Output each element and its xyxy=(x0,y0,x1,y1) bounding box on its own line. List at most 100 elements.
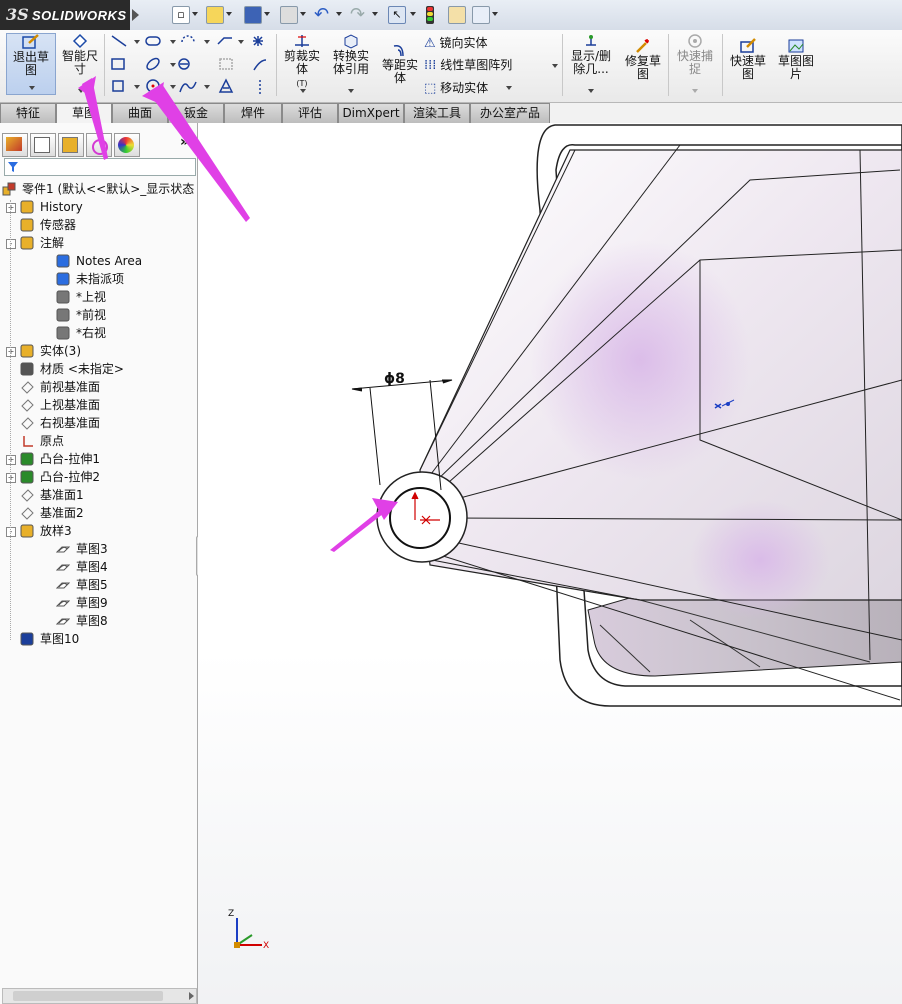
tree-item-label: 草图8 xyxy=(76,614,108,628)
ribbon-separator xyxy=(562,34,563,96)
tree-connectors xyxy=(10,200,12,640)
graphics-area[interactable]: ϕ8 Z X ⌂ xyxy=(198,123,902,1004)
open-icon[interactable] xyxy=(206,6,224,24)
chevron-down-icon[interactable] xyxy=(226,12,232,16)
feature-manager-tab-icon[interactable] xyxy=(2,133,28,157)
tree-item[interactable]: *右视 xyxy=(0,324,195,342)
chevron-down-icon[interactable] xyxy=(506,86,512,90)
scroll-thumb[interactable] xyxy=(13,991,163,1001)
text-icon xyxy=(218,78,234,93)
tab-office-products[interactable]: 办公室产品 xyxy=(470,103,550,123)
sketch-picture-button[interactable]: 草图图片 xyxy=(774,38,818,94)
tree-item[interactable]: 草图10 xyxy=(0,630,195,648)
relations-icon xyxy=(586,35,596,46)
chevron-down-icon xyxy=(348,89,354,93)
tree-item[interactable]: *前视 xyxy=(0,306,195,324)
chevron-down-icon[interactable] xyxy=(264,12,270,16)
tree-item-label: 右视基准面 xyxy=(40,416,101,430)
options-icon[interactable] xyxy=(448,6,466,24)
solidworks-logo[interactable]: 3S SOLIDWORKS xyxy=(0,0,130,30)
dimxpert-manager-tab-icon[interactable] xyxy=(86,133,112,157)
tree-filter-field[interactable] xyxy=(4,158,196,176)
sketch-picture-icon xyxy=(788,39,804,53)
configuration-manager-tab-icon[interactable] xyxy=(58,133,84,157)
customize-icon[interactable] xyxy=(472,6,490,24)
horizontal-scrollbar[interactable] xyxy=(2,988,197,1004)
scroll-right-icon[interactable] xyxy=(189,992,194,1000)
chevron-down-icon[interactable] xyxy=(552,64,558,68)
chevron-down-icon[interactable] xyxy=(336,12,342,16)
print-icon[interactable] xyxy=(280,6,298,24)
quick-snaps-button[interactable]: 快速捕捉 xyxy=(672,33,718,95)
undo-icon[interactable]: ↶ xyxy=(314,4,329,25)
exit-sketch-button[interactable]: 退出草图 xyxy=(6,33,56,95)
tree-item[interactable]: - 注解 xyxy=(0,234,195,252)
rapid-sketch-button[interactable]: 快速草图 xyxy=(726,38,770,94)
tree-item[interactable]: 传感器 xyxy=(0,216,195,234)
select-icon[interactable]: ↖ xyxy=(388,6,406,24)
tab-evaluate[interactable]: 评估 xyxy=(282,103,338,123)
chevron-down-icon[interactable] xyxy=(492,12,498,16)
redo-icon[interactable]: ↷ xyxy=(350,4,365,25)
plane-icon xyxy=(20,416,34,430)
tree-item[interactable]: + History xyxy=(0,198,195,216)
view-orientation-icon[interactable]: ⌂ xyxy=(892,123,898,124)
property-manager-tab-icon[interactable] xyxy=(30,133,56,157)
tab-sheet-metal[interactable]: 钣金 xyxy=(168,103,224,123)
offset-entities-button[interactable]: 等距实体 xyxy=(378,42,422,94)
chevron-down-icon[interactable] xyxy=(300,12,306,16)
tree-item[interactable]: 草图4 xyxy=(0,558,195,576)
sketch-icon xyxy=(55,578,71,592)
tree-item[interactable]: 材质 <未指定> xyxy=(0,360,195,378)
repair-sketch-icon xyxy=(636,39,649,53)
tab-sketch[interactable]: 草图 xyxy=(56,103,112,123)
tree-item[interactable]: - 放样3 xyxy=(0,522,195,540)
smart-dimension-button[interactable]: 智能尺寸 xyxy=(58,33,102,93)
tree-item[interactable]: 基准面1 xyxy=(0,486,195,504)
rebuild-icon[interactable] xyxy=(426,6,434,24)
tab-surfaces[interactable]: 曲面 xyxy=(112,103,168,123)
panel-expand-icon[interactable]: » xyxy=(180,134,189,150)
save-icon[interactable] xyxy=(244,6,262,24)
tab-dimxpert[interactable]: DimXpert xyxy=(338,103,404,123)
filter-icon xyxy=(8,162,18,172)
tree-item[interactable]: + 实体(3) xyxy=(0,342,195,360)
tree-item[interactable]: 前视基准面 xyxy=(0,378,195,396)
tree-item[interactable]: 草图3 xyxy=(0,540,195,558)
display-manager-tab-icon[interactable] xyxy=(114,133,140,157)
tree-item[interactable]: 草图8 xyxy=(0,612,195,630)
solid-bodies-icon xyxy=(20,344,34,358)
convert-entities-button[interactable]: 转换实体引用 xyxy=(328,33,374,95)
move-entities-button[interactable]: ⬚ 移动实体 xyxy=(424,79,488,97)
tree-item[interactable]: *上视 xyxy=(0,288,195,306)
history-icon xyxy=(20,200,34,214)
linear-pattern-button[interactable]: ⁞⁞⁞ 线性草图阵列 xyxy=(424,56,512,74)
menu-arrow-icon[interactable] xyxy=(132,9,139,21)
chevron-down-icon[interactable] xyxy=(192,12,198,16)
tree-item[interactable]: + 凸台-拉伸2 xyxy=(0,468,195,486)
chevron-down-icon[interactable] xyxy=(372,12,378,16)
tree-item[interactable]: Notes Area xyxy=(0,252,195,270)
new-icon[interactable]: ▫ xyxy=(172,6,190,24)
repair-sketch-button[interactable]: 修复草图 xyxy=(620,38,666,94)
tree-item[interactable]: 上视基准面 xyxy=(0,396,195,414)
origin-icon xyxy=(20,434,34,448)
tree-item[interactable]: 未指派项 xyxy=(0,270,195,288)
tree-item-label: 传感器 xyxy=(40,218,77,232)
convert-entities-icon xyxy=(344,34,358,49)
chevron-down-icon[interactable] xyxy=(410,12,416,16)
tree-item[interactable]: 草图5 xyxy=(0,576,195,594)
tab-render-tools[interactable]: 渲染工具 xyxy=(404,103,470,123)
tree-item[interactable]: 基准面2 xyxy=(0,504,195,522)
tree-item[interactable]: + 凸台-拉伸1 xyxy=(0,450,195,468)
sketch-tools-grid xyxy=(111,35,267,94)
display-delete-relations-button[interactable]: 显示/删除几... xyxy=(566,33,616,95)
trim-entities-button[interactable]: 剪裁实体 (T) xyxy=(280,33,324,95)
tree-item[interactable]: 原点 xyxy=(0,432,195,450)
tree-item[interactable]: 右视基准面 xyxy=(0,414,195,432)
mirror-entities-button[interactable]: ⚠ 镜向实体 xyxy=(424,34,488,52)
tab-features[interactable]: 特征 xyxy=(0,103,56,123)
tab-weldments[interactable]: 焊件 xyxy=(224,103,282,123)
tree-item[interactable]: 草图9 xyxy=(0,594,195,612)
sketch-picture-label: 草图图片 xyxy=(777,54,814,81)
